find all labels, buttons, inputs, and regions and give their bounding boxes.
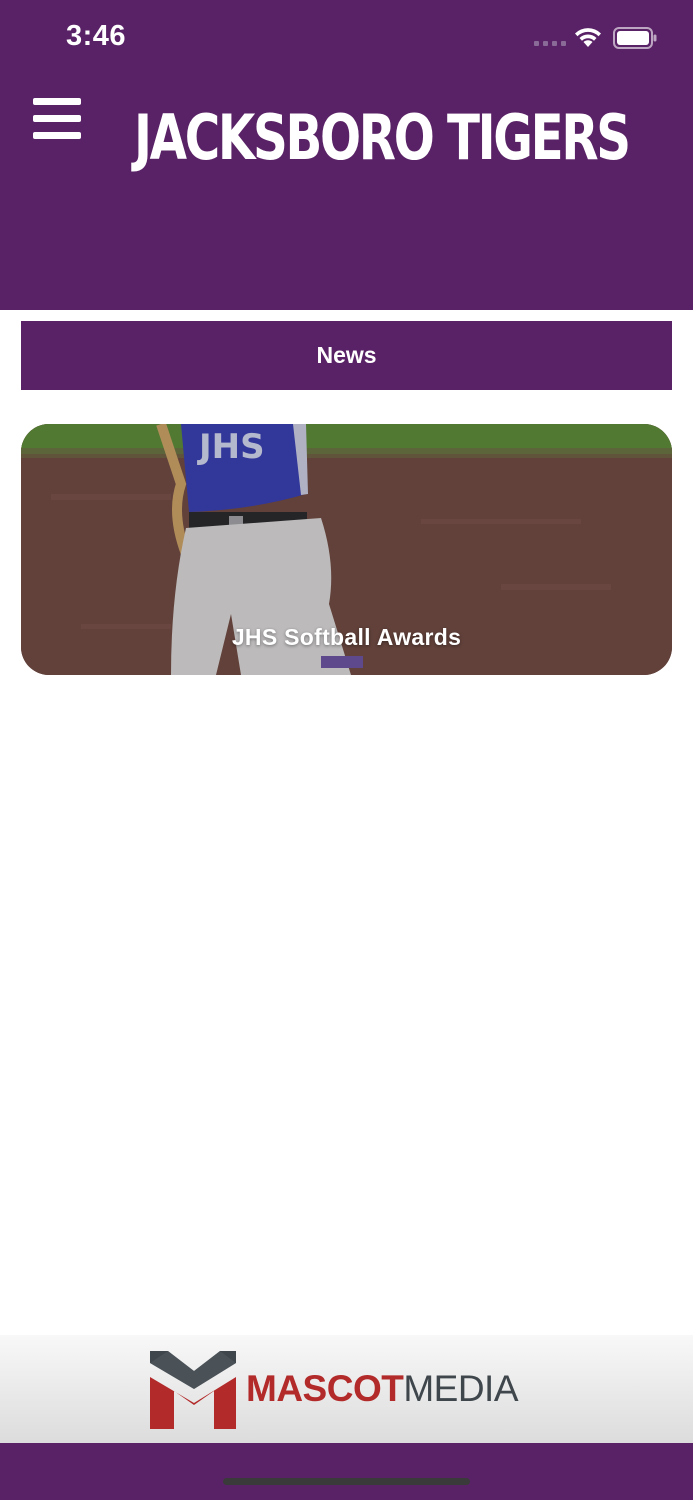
wifi-icon	[575, 28, 601, 47]
mascot-media-logo-text: MASCOTMEDIA	[246, 1367, 519, 1411]
mascot-media-logo-icon	[150, 1351, 236, 1429]
news-card-title: JHS Softball Awards	[231, 624, 462, 650]
app-header: 3:46 JACKSBORO TIGERS	[0, 0, 693, 310]
news-card[interactable]: JHS JHS Softball Awards	[21, 424, 672, 675]
team-title: JACKSBORO TIGERS	[134, 101, 631, 174]
home-indicator[interactable]	[223, 1478, 470, 1485]
sponsor-footer[interactable]: MASCOTMEDIA	[0, 1335, 693, 1443]
news-section-header[interactable]: News	[21, 321, 672, 390]
logo-text-media: MEDIA	[403, 1368, 519, 1409]
signal-icon	[534, 41, 566, 47]
status-time: 3:46	[66, 20, 127, 52]
logo-text-mascot: MASCOT	[246, 1368, 404, 1409]
menu-icon[interactable]	[33, 98, 81, 140]
bottom-bar	[0, 1443, 693, 1500]
battery-icon	[613, 27, 657, 49]
